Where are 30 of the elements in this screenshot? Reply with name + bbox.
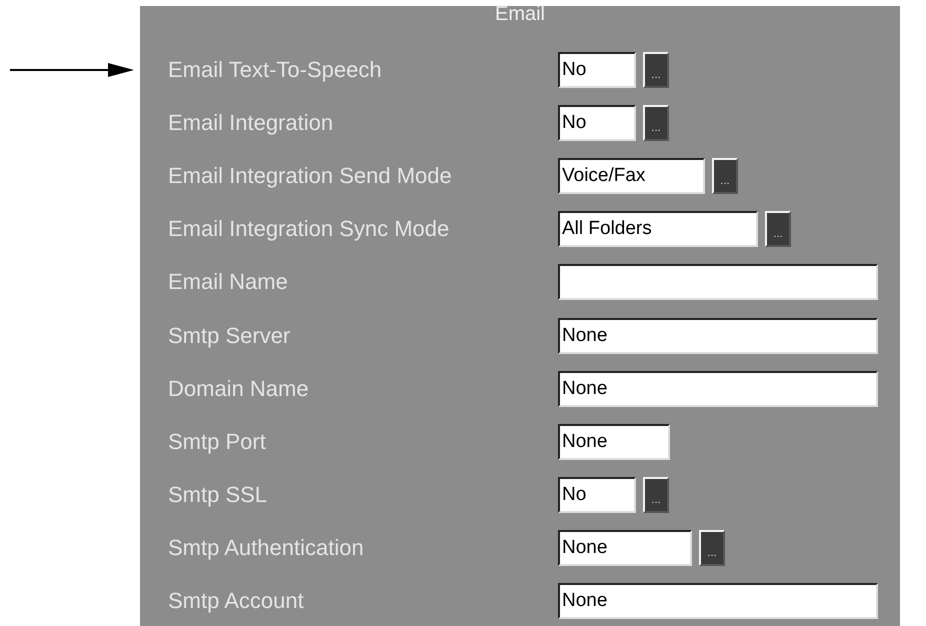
value-field[interactable]: No [558, 104, 636, 141]
browse-button[interactable]: ... [643, 52, 669, 88]
input-field[interactable]: None [558, 424, 670, 460]
browse-button[interactable]: ... [643, 477, 669, 514]
browse-button[interactable]: ... [699, 530, 725, 566]
browse-button[interactable]: ... [643, 104, 669, 141]
value-field[interactable]: Voice/Fax [558, 158, 705, 194]
field-label: Email Name [167, 269, 289, 296]
input-field[interactable]: None [558, 318, 878, 354]
input-field[interactable]: None [558, 583, 878, 620]
browse-button[interactable]: ... [765, 211, 791, 248]
value-field[interactable]: None [558, 530, 692, 566]
field-label: Smtp Authentication [167, 535, 365, 562]
field-label: Smtp SSL [167, 482, 268, 508]
input-field[interactable] [558, 264, 878, 300]
field-label: Smtp Port [167, 428, 267, 455]
field-label: Smtp Account [167, 588, 305, 614]
value-field[interactable]: All Folders [558, 211, 758, 248]
field-label: Domain Name [167, 376, 310, 402]
value-field[interactable]: No [558, 52, 636, 88]
field-label: Email Integration Send Mode [167, 162, 453, 189]
arrow-icon [10, 63, 134, 77]
value-field[interactable]: No [558, 477, 636, 514]
field-label: Email Integration Sync Mode [167, 216, 450, 242]
field-label: Smtp Server [167, 322, 292, 349]
field-label: Email Text-To-Speech [167, 56, 383, 83]
browse-button[interactable]: ... [712, 158, 738, 194]
input-field[interactable]: None [558, 370, 878, 407]
field-label: Email Integration [167, 110, 334, 136]
panel-title: Email [494, 6, 546, 23]
